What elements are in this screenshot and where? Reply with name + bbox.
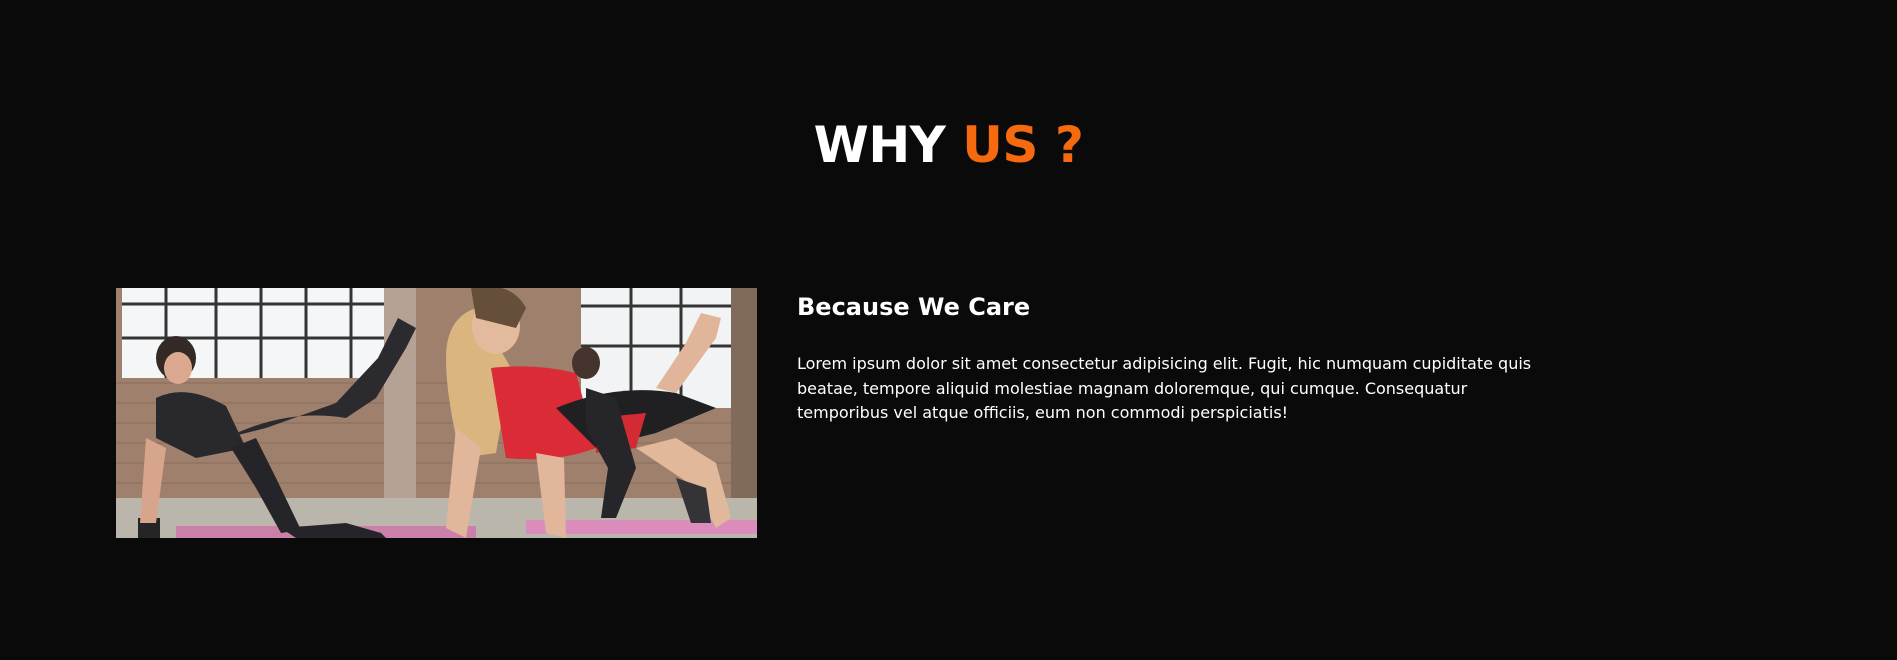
why-us-section: WHY US ? Because We Care Lorem ipsum dol… — [0, 0, 1897, 660]
feature-heading: Because We Care — [797, 293, 1031, 321]
feature-paragraph: Lorem ipsum dolor sit amet consectetur a… — [797, 354, 1532, 422]
section-title-white: WHY — [813, 116, 963, 174]
section-title: WHY US ? — [0, 112, 1897, 178]
text-column: Because We Care Lorem ipsum dolor sit am… — [797, 290, 1557, 426]
section-title-accent: US ? — [962, 116, 1084, 174]
fitness-class-photo — [116, 288, 757, 538]
